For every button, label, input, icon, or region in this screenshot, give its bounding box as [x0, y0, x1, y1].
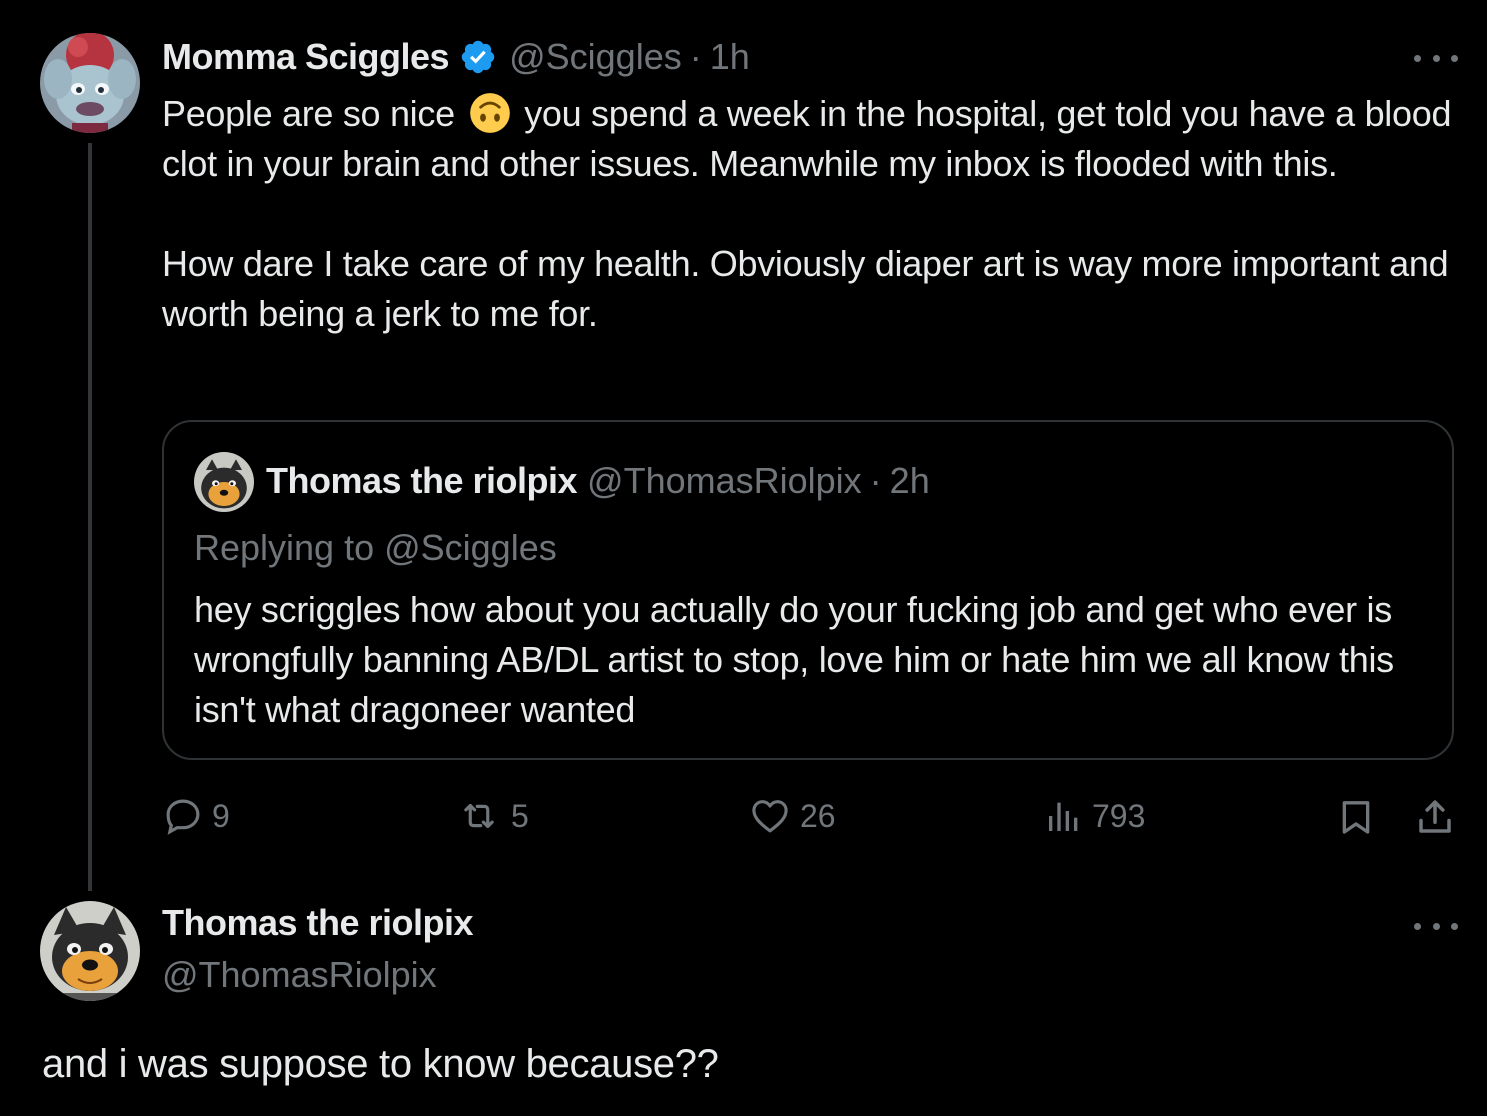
quoted-tweet-text: hey scriggles how about you actually do … [194, 589, 1394, 730]
views-chart-icon [1049, 802, 1078, 831]
reply-count: 9 [212, 797, 230, 834]
views-count: 793 [1092, 797, 1146, 834]
quoted-timestamp[interactable]: 2h [890, 460, 930, 502]
heart-icon [752, 800, 788, 833]
avatar-thomas-riolpix[interactable] [40, 901, 140, 1001]
reply-more-options-icon[interactable] [1414, 916, 1458, 936]
tweet-text-paragraph-2: How dare I take care of my health. Obvio… [162, 243, 1449, 334]
main-tweet-header: Momma Sciggles @Sciggles · 1h [162, 36, 750, 78]
repost-icon [464, 803, 494, 829]
avatar-momma-sciggles[interactable] [40, 33, 140, 133]
like-count: 26 [800, 797, 836, 834]
like-button[interactable]: 26 [748, 795, 836, 837]
quoted-tweet-header: Thomas the riolpix @ThomasRiolpix · 2h [266, 460, 930, 502]
reply-button[interactable]: 9 [162, 795, 230, 837]
quoted-separator-dot: · [869, 460, 882, 501]
repost-count: 5 [511, 797, 529, 834]
avatar-thomas-small [194, 452, 254, 512]
tweet-text: People are so nice you spend a week in t… [162, 89, 1462, 339]
reply-icon [166, 799, 200, 835]
quoted-display-name[interactable]: Thomas the riolpix [266, 460, 578, 502]
reply-handle[interactable]: @ThomasRiolpix [162, 954, 437, 996]
quoted-handle[interactable]: @ThomasRiolpix [587, 460, 862, 502]
verified-badge-icon [461, 40, 495, 74]
upside-down-face-emoji-icon [469, 93, 510, 133]
more-options-icon[interactable] [1414, 48, 1458, 68]
repost-button[interactable]: 5 [455, 795, 529, 837]
timestamp[interactable]: 1h [710, 36, 750, 78]
replying-to-label[interactable]: Replying to @Sciggles [194, 527, 557, 569]
views-button[interactable]: 793 [1044, 795, 1145, 837]
thread-connector-line [88, 143, 92, 891]
share-icon [1419, 800, 1451, 833]
quoted-tweet-card[interactable]: Thomas the riolpix @ThomasRiolpix · 2h R… [162, 420, 1454, 760]
share-button[interactable] [1414, 795, 1464, 839]
bookmark-icon [1342, 801, 1370, 834]
handle[interactable]: @Sciggles [509, 36, 682, 78]
reply-tweet-text: and i was suppose to know because?? [42, 1042, 719, 1086]
bookmark-button[interactable] [1336, 795, 1384, 839]
reply-display-name[interactable]: Thomas the riolpix [162, 902, 474, 944]
display-name[interactable]: Momma Sciggles [162, 36, 450, 78]
tweet-text-part1: People are so nice [162, 93, 455, 134]
separator-dot: · [689, 36, 702, 77]
